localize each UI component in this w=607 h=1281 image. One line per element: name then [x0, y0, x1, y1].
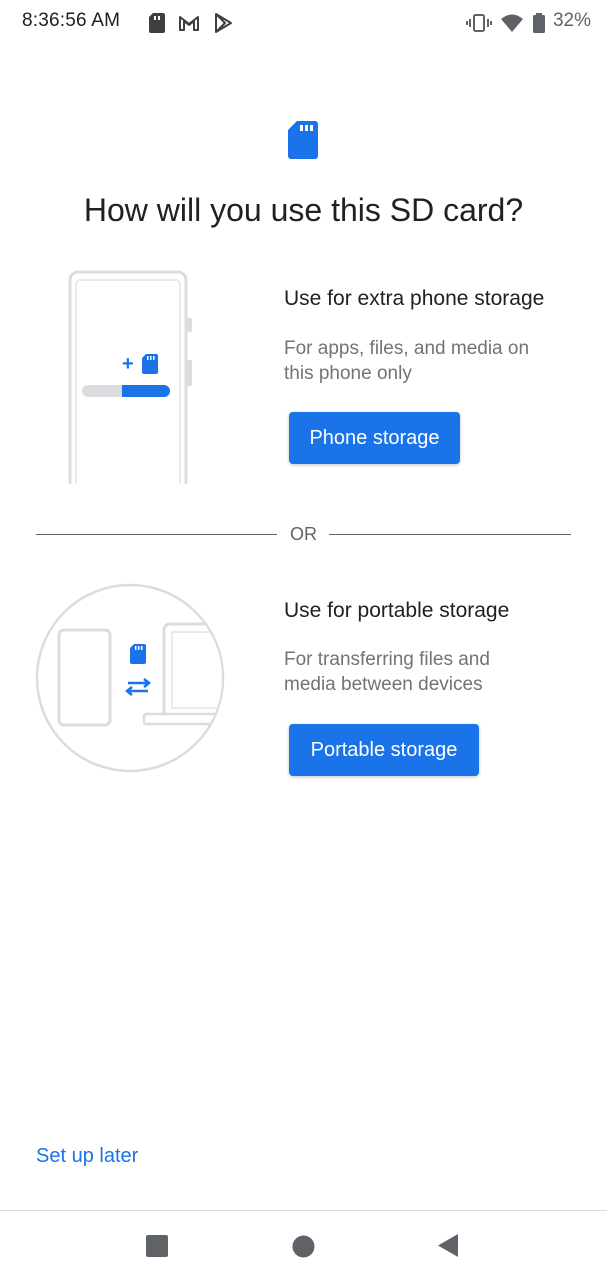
sd-card-icon: [149, 13, 165, 33]
page-title: How will you use this SD card?: [83, 192, 524, 228]
gmail-icon: [179, 16, 199, 31]
portable-option-description-line-1: For transferring files and: [284, 649, 490, 670]
divider-right: [329, 534, 571, 535]
portable-storage-button[interactable]: Portable storage: [289, 724, 479, 776]
set-up-later-link[interactable]: Set up later: [36, 1145, 138, 1168]
sd-card-icon: [288, 121, 318, 159]
portable-option-description-line-2: media between devices: [284, 674, 483, 695]
phone-storage-illustration: +: [68, 270, 192, 484]
status-time: 8:36:56 AM: [22, 10, 121, 31]
wifi-icon: [501, 14, 523, 32]
recents-icon[interactable]: [146, 1235, 168, 1257]
back-icon[interactable]: [437, 1233, 459, 1258]
svg-text:+: +: [122, 353, 134, 375]
phone-option-description-line-1: For apps, files, and media on: [284, 338, 530, 359]
navigation-bar: [0, 1210, 607, 1281]
portable-storage-illustration: [35, 583, 225, 773]
phone-option-description: For apps, files, and media on this phone…: [284, 336, 584, 386]
vibrate-icon: [466, 14, 492, 32]
phone-option-title: Use for extra phone storage: [284, 287, 545, 310]
phone-storage-button[interactable]: Phone storage: [289, 412, 460, 464]
phone-option-description-line-2: this phone only: [284, 363, 412, 384]
home-icon[interactable]: [292, 1235, 315, 1258]
portable-option-title: Use for portable storage: [284, 599, 510, 622]
play-store-icon: [215, 13, 232, 33]
battery-percent: 32%: [552, 10, 591, 31]
battery-icon: [533, 13, 545, 33]
portable-option-description: For transferring files and media between…: [284, 647, 584, 697]
